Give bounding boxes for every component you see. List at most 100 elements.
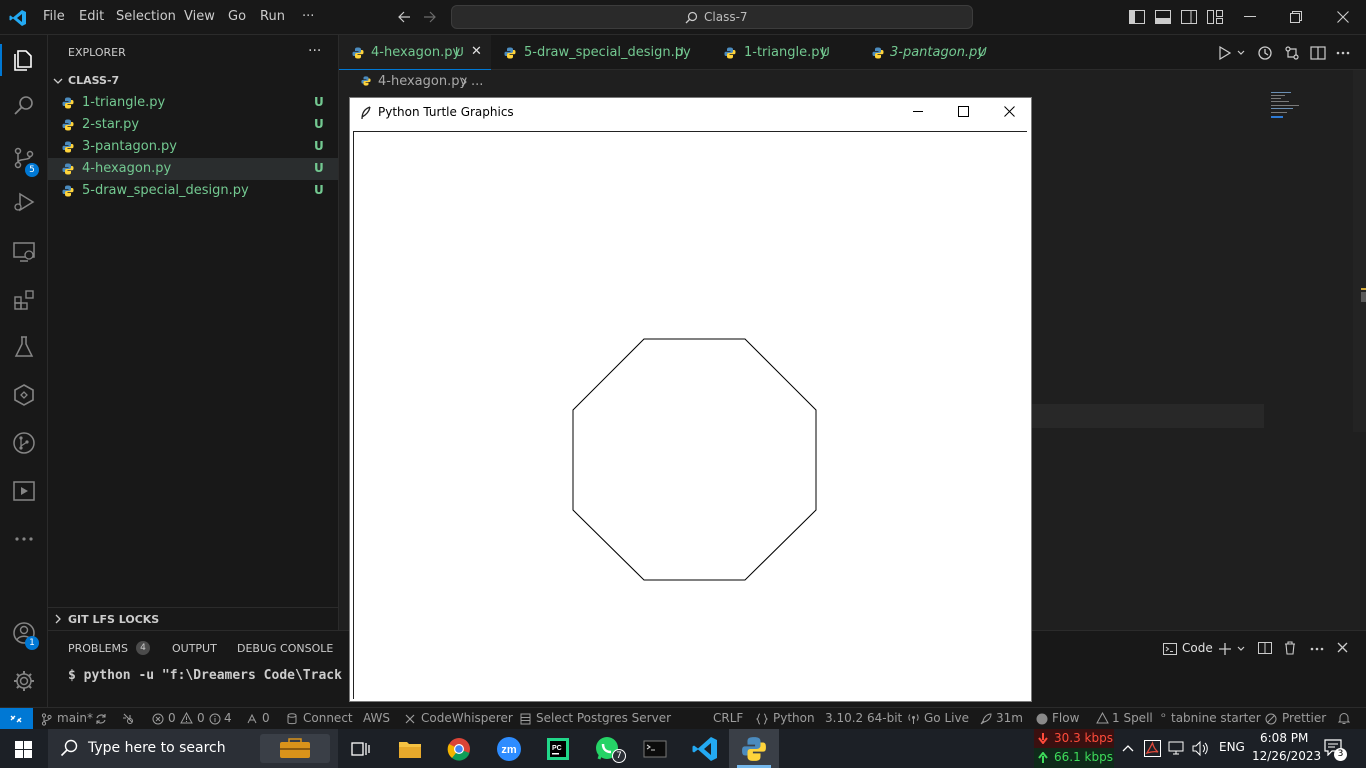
split-terminal-icon[interactable] <box>1258 641 1272 655</box>
ports-count[interactable]: 0 <box>262 711 270 725</box>
menu-selection[interactable]: Selection <box>116 9 176 24</box>
file-item-5-draw-special-design[interactable]: 5-draw_special_design.py U <box>48 180 338 202</box>
notifications-bell-icon[interactable] <box>1338 712 1350 725</box>
vscode-taskbar-icon[interactable] <box>690 734 720 764</box>
breadcrumb-file[interactable]: 4-hexagon.py <box>378 74 467 89</box>
menu-run[interactable]: Run <box>260 9 285 24</box>
run-file-icon[interactable] <box>1219 46 1231 60</box>
codewhisperer-button[interactable]: CodeWhisperer <box>421 711 513 725</box>
customize-layout-icon[interactable] <box>1207 10 1223 24</box>
compare-changes-icon[interactable] <box>1284 45 1300 61</box>
acrobat-tray-icon[interactable] <box>1144 740 1161 757</box>
git-graph-icon[interactable] <box>12 431 36 455</box>
turtle-maximize-icon[interactable] <box>958 106 969 117</box>
python-taskbar-item-active[interactable] <box>729 729 779 768</box>
file-item-3-pantagon[interactable]: 3-pantagon.py U <box>48 136 338 158</box>
command-center-search[interactable]: Class-7 <box>451 5 973 29</box>
explorer-more-button[interactable]: ··· <box>308 43 321 59</box>
python-interpreter[interactable]: 3.10.2 64-bit <box>825 711 902 725</box>
show-hidden-icons-chevron-icon[interactable] <box>1122 744 1134 752</box>
menu-more[interactable]: ··· <box>302 9 314 24</box>
menu-go[interactable]: Go <box>228 9 246 24</box>
debug-attach-icon[interactable] <box>121 712 135 725</box>
kill-terminal-trash-icon[interactable] <box>1284 641 1296 655</box>
tab-4-hexagon[interactable]: 4-hexagon.py U ✕ <box>339 35 491 70</box>
terminal-app-icon[interactable] <box>640 734 670 764</box>
forward-arrow-icon[interactable] <box>423 10 437 24</box>
source-control-item[interactable]: 5 <box>0 142 48 178</box>
whatsapp-taskbar-item[interactable]: 7 <box>593 734 627 764</box>
toggle-sidebar-icon[interactable] <box>1129 10 1145 24</box>
more-views-icon[interactable] <box>12 527 36 551</box>
spell-check-button[interactable]: 1 Spell <box>1112 711 1153 725</box>
scrollbar-thumb[interactable] <box>1361 292 1366 302</box>
menu-file[interactable]: File <box>43 9 65 24</box>
session-time[interactable]: 31m <box>996 711 1023 725</box>
file-item-2-star[interactable]: 2-star.py U <box>48 114 338 136</box>
turtle-minimize-icon[interactable] <box>913 111 923 113</box>
close-window-icon[interactable] <box>1337 11 1349 23</box>
language-mode[interactable]: Python <box>773 711 815 725</box>
menu-edit[interactable]: Edit <box>79 9 104 24</box>
testing-flask-icon[interactable] <box>12 335 36 359</box>
task-view-icon[interactable] <box>345 734 375 764</box>
eol-selector[interactable]: CRLF <box>713 711 743 725</box>
toggle-panel-icon[interactable] <box>1155 10 1171 24</box>
volume-tray-icon[interactable] <box>1192 740 1209 757</box>
restore-icon[interactable] <box>1290 11 1302 23</box>
terminal-dropdown-chevron-icon[interactable] <box>1237 646 1245 652</box>
input-language[interactable]: ENG <box>1219 740 1245 754</box>
network-tray-icon[interactable] <box>1168 740 1186 757</box>
flow-button[interactable]: Flow <box>1052 711 1079 725</box>
run-options-chevron-icon[interactable] <box>1237 50 1245 56</box>
file-explorer-icon[interactable] <box>395 734 425 764</box>
git-lfs-locks-header[interactable]: GIT LFS LOCKS <box>48 607 338 629</box>
notification-center[interactable]: 3 <box>1322 737 1350 763</box>
go-live-button[interactable]: Go Live <box>924 711 969 725</box>
breadcrumb-rest[interactable]: ... <box>471 74 483 89</box>
media-play-icon[interactable] <box>12 479 36 503</box>
file-item-4-hexagon[interactable]: 4-hexagon.py U <box>48 158 338 180</box>
file-item-1-triangle[interactable]: 1-triangle.py U <box>48 92 338 114</box>
prettier-button[interactable]: Prettier <box>1282 711 1326 725</box>
aws-button[interactable]: AWS <box>363 711 390 725</box>
turtle-close-icon[interactable] <box>1004 106 1015 117</box>
minimize-icon[interactable] <box>1244 16 1256 18</box>
connect-button[interactable]: Connect <box>303 711 353 725</box>
toggle-secondary-sidebar-icon[interactable] <box>1181 10 1197 24</box>
timeline-history-icon[interactable] <box>1257 45 1273 61</box>
pycharm-icon[interactable]: PC <box>543 734 573 764</box>
postgres-server-button[interactable]: Select Postgres Server <box>536 711 671 725</box>
turtle-graphics-window[interactable]: Python Turtle Graphics <box>349 97 1032 702</box>
problems-summary[interactable]: 0 0 4 <box>152 708 232 730</box>
tabnine-button[interactable]: tabnine starter <box>1171 711 1261 725</box>
git-branch[interactable]: main* <box>57 711 93 725</box>
search-sidebar-icon[interactable] <box>12 94 36 118</box>
windows-start-icon[interactable] <box>15 741 32 758</box>
menu-view[interactable]: View <box>184 9 215 24</box>
ports-icon[interactable] <box>246 713 258 725</box>
turtle-canvas[interactable] <box>353 131 1027 699</box>
sync-icon[interactable] <box>95 713 107 725</box>
folder-header[interactable]: CLASS-7 <box>48 70 338 92</box>
panel-more-icon[interactable] <box>1310 647 1324 651</box>
tab-5-draw-special-design[interactable]: 5-draw_special_design.py U <box>491 35 697 70</box>
editor-more-actions-icon[interactable] <box>1336 51 1350 55</box>
taskbar-search-box[interactable]: Type here to search <box>48 729 338 768</box>
accounts-item[interactable]: 1 <box>0 621 48 655</box>
close-panel-icon[interactable] <box>1337 642 1348 653</box>
panel-tab-problems[interactable]: PROBLEMS <box>68 642 128 655</box>
zoom-icon[interactable]: zm <box>494 734 524 764</box>
panel-tab-debug-console[interactable]: DEBUG CONSOLE <box>237 642 333 655</box>
new-terminal-plus-icon[interactable] <box>1218 642 1232 656</box>
remote-indicator[interactable] <box>0 708 33 730</box>
run-debug-icon[interactable] <box>12 190 36 214</box>
settings-gear-icon[interactable] <box>12 669 36 693</box>
explorer-icon[interactable] <box>12 47 36 71</box>
tab-1-triangle[interactable]: 1-triangle.py U <box>711 35 841 70</box>
network-speed-widget[interactable]: 30.3 kbps 66.1 kbps <box>1034 729 1114 768</box>
editor-scrollbar-track[interactable] <box>1353 70 1366 432</box>
tab-close-button[interactable]: ✕ <box>471 44 482 59</box>
back-arrow-icon[interactable] <box>397 10 411 24</box>
remote-explorer-icon[interactable] <box>12 240 36 264</box>
